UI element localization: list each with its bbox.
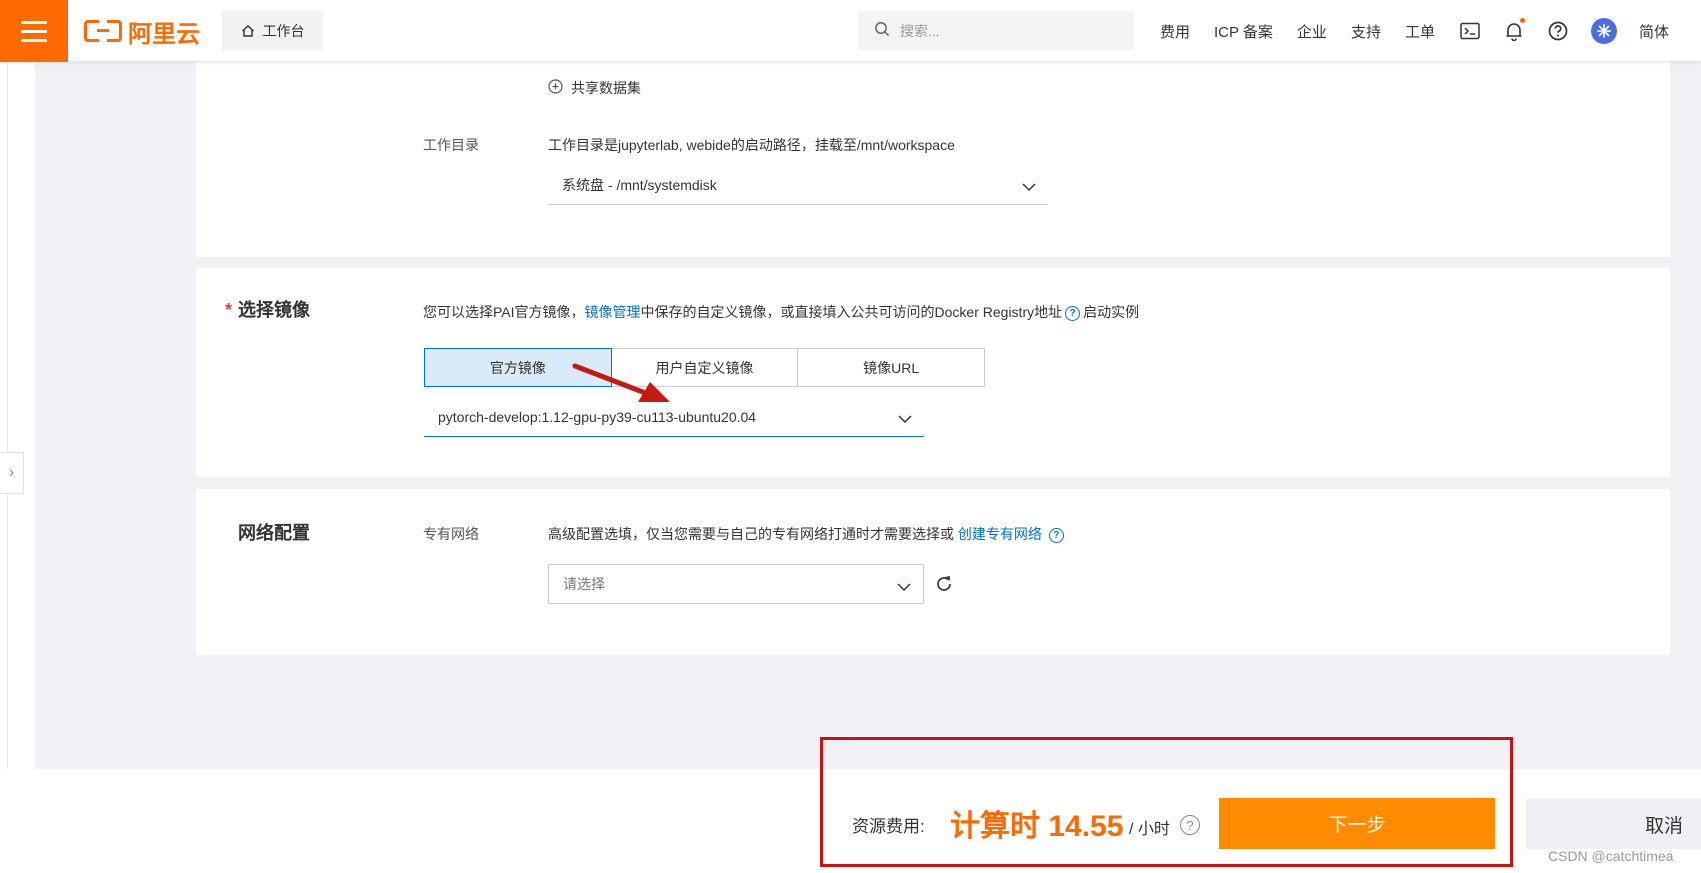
workdir-description: 工作目录是jupyterlab, webide的启动路径，挂载至/mnt/wor… <box>548 137 955 153</box>
nav-link-fees[interactable]: 费用 <box>1160 21 1190 42</box>
nav-links: 费用 ICP 备案 企业 支持 工单 简体 <box>1160 0 1693 62</box>
home-icon <box>241 24 255 38</box>
nav-link-icp[interactable]: ICP 备案 <box>1214 21 1273 42</box>
logo-text: 阿里云 <box>128 19 200 48</box>
nav-link-ticket[interactable]: 工单 <box>1405 21 1435 42</box>
image-desc-middle: 中保存的自定义镜像，或直接填入公共可访问的Docker Registry地址 <box>640 304 1063 320</box>
image-description: 您可以选择PAI官方镜像，镜像管理中保存的自定义镜像，或直接填入公共可访问的Do… <box>423 302 1139 322</box>
nav-link-support[interactable]: 支持 <box>1351 21 1381 42</box>
plus-circle-icon <box>548 79 563 97</box>
workdir-select[interactable]: 系统盘 - /mnt/systemdisk <box>548 165 1048 205</box>
search-icon <box>874 21 890 40</box>
required-mark: * <box>225 300 233 320</box>
share-dataset-label: 共享数据集 <box>571 80 641 96</box>
watermark: CSDN @catchtimea <box>1548 848 1674 864</box>
chevron-down-icon <box>898 411 912 427</box>
create-vpc-link[interactable]: 创建专有网络 <box>958 526 1042 542</box>
image-title-text: 选择镜像 <box>238 300 311 320</box>
sidebar-expand-icon[interactable]: › <box>0 452 24 494</box>
workdir-label: 工作目录 <box>423 137 479 153</box>
top-navbar: 阿里云 工作台 费用 ICP 备案 企业 支持 工单 简体 <box>0 0 1701 62</box>
help-circle-icon[interactable]: ? <box>1048 527 1064 543</box>
search-box[interactable] <box>858 11 1134 50</box>
vpc-placeholder: 请选择 <box>563 576 605 592</box>
workbench-label: 工作台 <box>262 22 305 39</box>
cancel-button[interactable]: 取消 <box>1526 799 1701 849</box>
image-value: pytorch-develop:1.12-gpu-py39-cu113-ubun… <box>438 408 757 425</box>
search-input[interactable] <box>900 22 1100 39</box>
user-avatar[interactable] <box>1590 18 1617 44</box>
image-management-link[interactable]: 镜像管理 <box>585 304 641 320</box>
terminal-icon[interactable] <box>1459 20 1481 42</box>
image-section-title: * 选择镜像 <box>225 296 310 322</box>
tab-image-url[interactable]: 镜像URL <box>798 349 984 386</box>
refresh-icon[interactable] <box>934 574 954 597</box>
vpc-select[interactable]: 请选择 <box>548 564 924 604</box>
nav-link-enterprise[interactable]: 企业 <box>1297 21 1327 42</box>
annotation-highlight-box <box>820 737 1513 867</box>
network-card <box>196 489 1670 655</box>
share-dataset-button[interactable]: 共享数据集 <box>548 78 641 98</box>
image-desc-suffix: 启动实例 <box>1083 304 1140 320</box>
language-switch[interactable]: 简体 <box>1639 21 1669 42</box>
annotation-arrow-icon <box>572 363 670 402</box>
help-icon[interactable] <box>1547 20 1569 42</box>
aliyun-logo-icon <box>84 19 122 43</box>
help-circle-icon[interactable]: ? <box>1065 305 1081 321</box>
workbench-button[interactable]: 工作台 <box>222 11 323 50</box>
aliyun-logo[interactable]: 阿里云 <box>84 16 200 48</box>
image-type-tabs: 官方镜像 用户自定义镜像 镜像URL <box>424 348 985 387</box>
network-section-title: 网络配置 <box>238 523 310 543</box>
bell-icon[interactable] <box>1503 18 1525 42</box>
chevron-down-icon <box>1022 179 1036 195</box>
workdir-value: 系统盘 - /mnt/systemdisk <box>562 176 717 193</box>
chevron-down-icon <box>897 579 911 595</box>
hamburger-menu-button[interactable] <box>0 0 68 62</box>
notification-dot <box>1519 18 1525 23</box>
vpc-description: 高级配置选填，仅当您需要与自己的专有网络打通时才需要选择或 创建专有网络 ? <box>548 524 1067 544</box>
vpc-desc-text: 高级配置选填，仅当您需要与自己的专有网络打通时才需要选择或 <box>548 526 954 542</box>
vpc-label: 专有网络 <box>423 526 479 542</box>
image-desc-prefix: 您可以选择PAI官方镜像， <box>423 304 585 320</box>
dataset-card <box>196 62 1670 257</box>
